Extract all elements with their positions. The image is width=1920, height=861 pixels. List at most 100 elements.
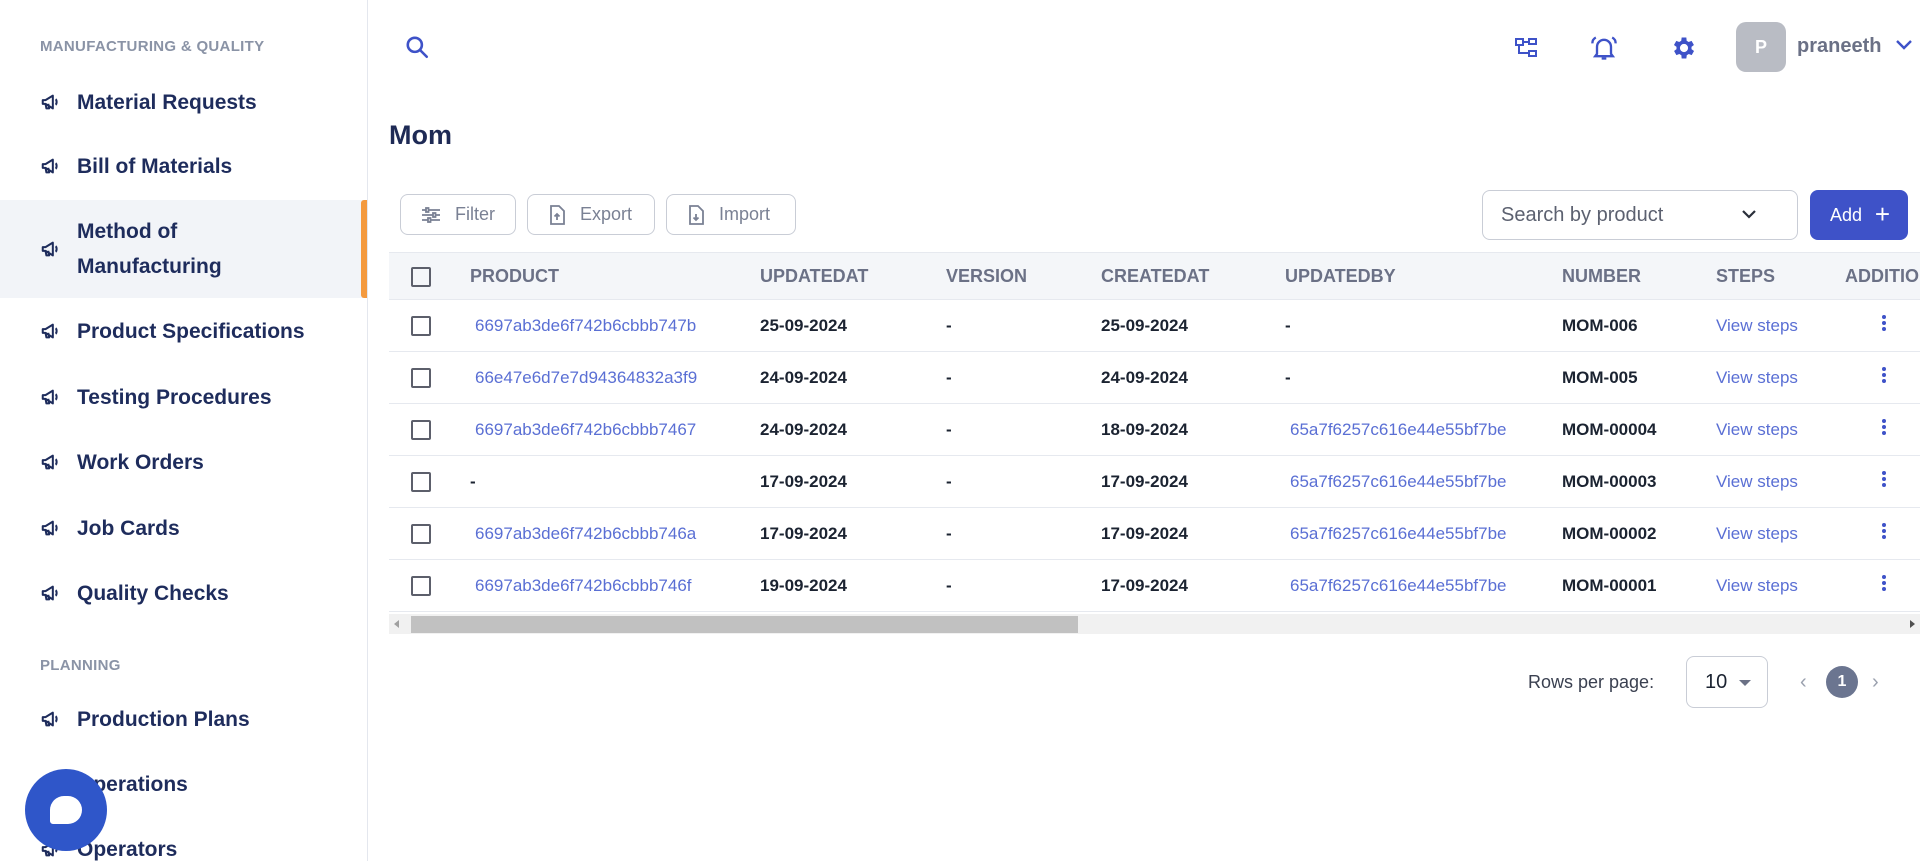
cell-createdat: 24-09-2024 (1101, 351, 1285, 404)
product-link[interactable]: 6697ab3de6f742b6cbbb746f (470, 576, 692, 595)
table-row: 6697ab3de6f742b6cbbb746a 17-09-2024 - 17… (389, 507, 1920, 560)
sidebar-item-label: Material Requests (77, 90, 257, 114)
table-row: 6697ab3de6f742b6cbbb747b 25-09-2024 - 25… (389, 299, 1920, 352)
chat-launcher-button[interactable] (25, 769, 107, 851)
table-row: 66e47e6d7e7d94364832a3f9 24-09-2024 - 24… (389, 351, 1920, 404)
row-checkbox[interactable] (411, 575, 431, 596)
sitemap-icon[interactable] (1511, 33, 1541, 63)
more-actions-icon[interactable] (1882, 365, 1886, 385)
product-link[interactable]: 66e47e6d7e7d94364832a3f9 (470, 368, 697, 387)
column-header-updatedat[interactable]: UPDATEDAT (760, 252, 946, 300)
prev-page-button[interactable]: ‹ (1800, 671, 1807, 694)
row-checkbox[interactable] (411, 471, 431, 492)
section-title-manufacturing: MANUFACTURING & QUALITY (40, 38, 265, 55)
view-steps-link[interactable]: View steps (1716, 559, 1845, 612)
more-actions-icon[interactable] (1882, 521, 1886, 541)
cell-updatedat: 24-09-2024 (760, 403, 946, 456)
cell-createdat: 17-09-2024 (1101, 559, 1285, 612)
page-title: Mom (389, 120, 452, 150)
sidebar-item-label: Job Cards (77, 516, 180, 540)
column-header-version[interactable]: VERSION (946, 252, 1101, 300)
column-header-number[interactable]: NUMBER (1562, 252, 1716, 300)
more-actions-icon[interactable] (1882, 313, 1886, 333)
cell-version: - (946, 403, 1101, 456)
product-search-select[interactable]: Search by product (1482, 190, 1798, 240)
chevron-down-icon (1742, 210, 1756, 219)
table-row: 6697ab3de6f742b6cbbb7467 24-09-2024 - 18… (389, 403, 1920, 456)
megaphone-icon (41, 520, 58, 536)
row-checkbox[interactable] (411, 523, 431, 544)
more-actions-icon[interactable] (1882, 417, 1886, 437)
sidebar-item-product-specifications[interactable]: Product Specifications (0, 312, 367, 350)
sidebar-item-label: Quality Checks (77, 581, 229, 605)
next-page-button[interactable]: › (1872, 671, 1879, 694)
import-button[interactable]: Import (666, 194, 796, 235)
username[interactable]: praneeth (1797, 35, 1881, 58)
rows-per-page-label: Rows per page: (1528, 672, 1655, 692)
scrollbar-thumb[interactable] (411, 616, 1078, 633)
product-link[interactable]: 6697ab3de6f742b6cbbb746a (470, 524, 696, 543)
view-steps-link[interactable]: View steps (1716, 507, 1845, 560)
row-checkbox[interactable] (411, 419, 431, 440)
updatedby-link[interactable]: 65a7f6257c616e44e55bf7be (1285, 524, 1507, 543)
view-steps-link[interactable]: View steps (1716, 351, 1845, 404)
sidebar-item-label: Testing Procedures (77, 385, 272, 409)
sidebar-item-quality-checks[interactable]: Quality Checks (0, 574, 367, 612)
mom-table-container: PRODUCT UPDATEDAT VERSION CREATEDAT UPDA… (389, 252, 1920, 634)
file-export-icon (550, 204, 565, 225)
view-steps-link[interactable]: View steps (1716, 299, 1845, 352)
updatedby-link[interactable]: 65a7f6257c616e44e55bf7be (1285, 576, 1507, 595)
column-header-product[interactable]: PRODUCT (470, 252, 760, 300)
sidebar-item-job-cards[interactable]: Job Cards (0, 509, 367, 547)
export-button[interactable]: Export (527, 194, 655, 235)
view-steps-link[interactable]: View steps (1716, 403, 1845, 456)
scroll-left-arrow-icon[interactable] (394, 620, 399, 628)
sidebar-item-label: Work Orders (77, 450, 204, 474)
gear-icon[interactable] (1668, 32, 1700, 64)
cell-createdat: 18-09-2024 (1101, 403, 1285, 456)
column-header-steps[interactable]: STEPS (1716, 252, 1845, 300)
row-checkbox[interactable] (411, 367, 431, 388)
cell-createdat: 17-09-2024 (1101, 455, 1285, 508)
add-button[interactable]: Add + (1810, 190, 1908, 240)
cell-version: - (946, 455, 1101, 508)
sidebar-item-method-of-manufacturing[interactable]: Method of Manufacturing (0, 200, 367, 298)
cell-number: MOM-005 (1562, 351, 1716, 404)
row-checkbox[interactable] (411, 315, 431, 336)
column-header-additional[interactable]: ADDITIO (1845, 252, 1920, 300)
sidebar-item-label: Product Specifications (77, 319, 305, 343)
select-all-checkbox[interactable] (411, 266, 431, 287)
sidebar-item-testing-procedures[interactable]: Testing Procedures (0, 378, 367, 416)
sidebar-item-bill-of-materials[interactable]: Bill of Materials (0, 147, 367, 185)
add-label: Add (1830, 204, 1863, 225)
more-actions-icon[interactable] (1882, 469, 1886, 489)
avatar[interactable]: P (1736, 22, 1786, 72)
sidebar-item-material-requests[interactable]: Material Requests (0, 83, 367, 121)
rows-per-page-select[interactable]: 10 (1686, 656, 1768, 708)
filter-button[interactable]: Filter (400, 194, 516, 235)
megaphone-icon (41, 711, 58, 727)
page-number-button[interactable]: 1 (1826, 666, 1858, 698)
caret-down-icon (1739, 680, 1751, 686)
more-actions-icon[interactable] (1882, 573, 1886, 593)
filter-label: Filter (455, 204, 495, 224)
cell-updatedat: 24-09-2024 (760, 351, 946, 404)
scroll-right-arrow-icon[interactable] (1910, 620, 1915, 628)
updatedby-link[interactable]: 65a7f6257c616e44e55bf7be (1285, 472, 1507, 491)
updatedby-link[interactable]: 65a7f6257c616e44e55bf7be (1285, 420, 1507, 439)
search-icon[interactable] (402, 32, 432, 62)
product-link[interactable]: 6697ab3de6f742b6cbbb747b (470, 316, 696, 335)
sidebar-item-label: Method of Manufacturing (77, 220, 222, 278)
product-link[interactable]: 6697ab3de6f742b6cbbb7467 (470, 420, 696, 439)
cell-product: - (470, 455, 760, 508)
view-steps-link[interactable]: View steps (1716, 455, 1845, 508)
sidebar-item-production-plans[interactable]: Production Plans (0, 700, 367, 738)
column-header-updatedby[interactable]: UPDATEDBY (1285, 252, 1562, 300)
cell-version: - (946, 299, 1101, 352)
chevron-down-icon[interactable] (1894, 34, 1914, 54)
sidebar-item-work-orders[interactable]: Work Orders (0, 443, 367, 481)
cell-createdat: 25-09-2024 (1101, 299, 1285, 352)
horizontal-scrollbar[interactable] (389, 614, 1920, 634)
column-header-createdat[interactable]: CREATEDAT (1101, 252, 1285, 300)
bell-icon[interactable] (1588, 32, 1620, 64)
